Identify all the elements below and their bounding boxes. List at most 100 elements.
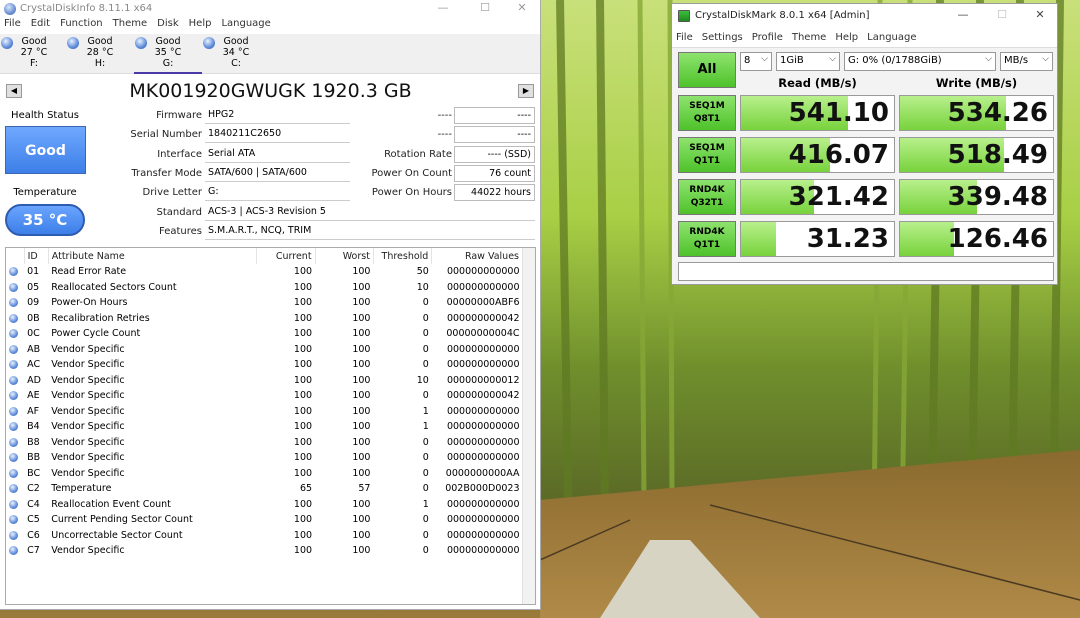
read-header: Read (MB/s) <box>778 76 857 90</box>
status-cell <box>6 342 24 358</box>
col-id[interactable]: ID <box>24 248 49 264</box>
status-dot-icon <box>9 313 18 323</box>
table-row[interactable]: AF Vendor Specific 100 100 1 000000000000 <box>6 404 523 420</box>
current-cell: 100 <box>293 281 313 293</box>
test-seq1m-q8t1-button[interactable]: SEQ1M Q8T1 <box>678 95 736 131</box>
read-value: 31.23 <box>806 224 889 254</box>
status-cell <box>6 373 24 389</box>
close-icon[interactable]: ✕ <box>1020 4 1060 28</box>
read-progress-bar <box>741 222 777 256</box>
attribute-name-cell: Temperature <box>51 483 112 495</box>
disk-tab-c[interactable]: Good 34 °C C: <box>202 34 270 74</box>
menu-disk[interactable]: Disk <box>157 18 178 34</box>
worst-cell: 100 <box>352 514 371 526</box>
drive-select[interactable]: G: 0% (0/1788GiB) ⌵ <box>844 52 996 71</box>
col-status[interactable] <box>6 248 25 264</box>
power-on-count-label: Power On Count <box>371 168 453 179</box>
menu-help[interactable]: Help <box>189 18 212 34</box>
col-current[interactable]: Current <box>256 248 316 264</box>
current-cell: 100 <box>293 421 313 433</box>
table-row[interactable]: 0B Recalibration Retries 100 100 0 0000000000… <box>6 311 523 327</box>
table-row[interactable]: AC Vendor Specific 100 100 0 000000000000 <box>6 357 523 373</box>
status-dot-icon <box>9 530 18 540</box>
threshold-cell: 0 <box>422 529 429 541</box>
health-status-badge[interactable]: Good <box>5 126 86 174</box>
threshold-cell: 0 <box>422 436 429 448</box>
raw-value-cell: 000000000000 <box>446 514 520 526</box>
next-disk-icon[interactable]: ▶ <box>518 84 534 98</box>
comment-input[interactable] <box>678 262 1054 281</box>
table-scrollbar[interactable] <box>522 248 535 604</box>
menu-language[interactable]: Language <box>867 32 916 47</box>
maximize-icon[interactable]: ☐ <box>470 0 500 18</box>
disk-tab-f[interactable]: Good 27 °C F: <box>0 34 68 74</box>
col-attribute-name[interactable]: Attribute Name <box>48 248 258 264</box>
run-all-button[interactable]: All <box>678 52 736 88</box>
table-row[interactable]: BC Vendor Specific 100 100 0 0000000000AA <box>6 466 523 482</box>
table-row[interactable]: C2 Temperature 65 57 0 002B000D0023 <box>6 481 523 497</box>
disk-tab-h[interactable]: Good 28 °C H: <box>66 34 134 74</box>
table-row[interactable]: 0C Power Cycle Count 100 100 0 00000000004C <box>6 326 523 342</box>
status-dot-icon <box>9 298 18 308</box>
menu-theme[interactable]: Theme <box>113 18 148 34</box>
maximize-icon[interactable]: ☐ <box>982 4 1022 28</box>
table-row[interactable]: 09 Power-On Hours 100 100 0 00000000ABF6 <box>6 295 523 311</box>
drive-letter-label: Drive Letter <box>142 187 203 198</box>
read-value: 321.42 <box>788 182 889 212</box>
menu-function[interactable]: Function <box>60 18 103 34</box>
disk-tab-g[interactable]: Good 35 °C G: <box>134 34 202 74</box>
table-row[interactable]: AB Vendor Specific 100 100 0 000000000000 <box>6 342 523 358</box>
test-count-select[interactable]: 8 ⌵ <box>740 52 772 71</box>
worst-cell: 100 <box>352 452 371 464</box>
menu-theme[interactable]: Theme <box>792 32 827 47</box>
current-cell: 100 <box>293 266 313 278</box>
table-row[interactable]: C7 Vendor Specific 100 100 0 000000000000 <box>6 543 523 559</box>
drive-value: G: 0% (0/1788GiB) <box>848 55 942 66</box>
menu-edit[interactable]: Edit <box>31 18 50 34</box>
minimize-icon[interactable]: — <box>943 4 983 28</box>
unit-select[interactable]: MB/s ⌵ <box>1000 52 1053 71</box>
table-row[interactable]: B8 Vendor Specific 100 100 0 000000000000 <box>6 435 523 451</box>
table-row[interactable]: C5 Current Pending Sector Count 100 100 0 000… <box>6 512 523 528</box>
col-worst[interactable]: Worst <box>315 248 374 264</box>
status-dot-icon <box>9 360 18 370</box>
table-row[interactable]: B4 Vendor Specific 100 100 1 000000000000 <box>6 419 523 435</box>
menu-file[interactable]: File <box>676 32 693 47</box>
raw-value-cell: 000000000012 <box>446 374 520 386</box>
menu-language[interactable]: Language <box>221 18 270 34</box>
table-row[interactable]: 01 Read Error Rate 100 100 50 000000000000 <box>6 264 523 280</box>
health-status-label: Health Status <box>11 110 79 121</box>
col-raw-values[interactable]: Raw Values <box>431 248 523 264</box>
table-row[interactable]: AD Vendor Specific 100 100 10 000000000012 <box>6 373 523 389</box>
smart-attributes-table[interactable]: ID Attribute Name Current Worst Threshol… <box>5 247 536 605</box>
menu-help[interactable]: Help <box>835 32 858 47</box>
worst-cell: 100 <box>352 312 371 324</box>
test-seq1m-q1t1-button[interactable]: SEQ1M Q1T1 <box>678 137 736 173</box>
table-row[interactable]: 05 Reallocated Sectors Count 100 100 10 00000… <box>6 280 523 296</box>
menu-file[interactable]: File <box>4 18 21 34</box>
table-row[interactable]: BB Vendor Specific 100 100 0 000000000000 <box>6 450 523 466</box>
current-cell: 100 <box>293 297 313 309</box>
interface-value: Serial ATA <box>205 146 350 163</box>
raw-value-cell: 000000000000 <box>446 266 520 278</box>
disk-temp: 34 °C <box>222 47 250 58</box>
status-dot-icon <box>9 406 18 416</box>
col-threshold[interactable]: Threshold <box>373 248 433 264</box>
test-size-select[interactable]: 1GiB ⌵ <box>776 52 840 71</box>
close-icon[interactable]: ✕ <box>507 0 537 18</box>
table-row[interactable]: C6 Uncorrectable Sector Count 100 100 0 00000… <box>6 528 523 544</box>
temperature-badge[interactable]: 35 °C <box>5 204 85 236</box>
raw-value-cell: 000000000042 <box>446 312 520 324</box>
menu-settings[interactable]: Settings <box>702 32 743 47</box>
test-name: SEQ1M <box>689 143 725 153</box>
menu-profile[interactable]: Profile <box>752 32 783 47</box>
minimize-icon[interactable]: — <box>428 0 458 18</box>
test-rnd4k-q32t1-button[interactable]: RND4K Q32T1 <box>678 179 736 215</box>
test-rnd4k-q1t1-button[interactable]: RND4K Q1T1 <box>678 221 736 257</box>
raw-value-cell: 000000000000 <box>446 545 520 557</box>
table-row[interactable]: C4 Reallocation Event Count 100 100 1 0000000… <box>6 497 523 513</box>
disk-temp: 28 °C <box>86 47 114 58</box>
threshold-cell: 1 <box>422 405 429 417</box>
table-row[interactable]: AE Vendor Specific 100 100 0 000000000042 <box>6 388 523 404</box>
test-size-value: 1GiB <box>780 55 804 66</box>
